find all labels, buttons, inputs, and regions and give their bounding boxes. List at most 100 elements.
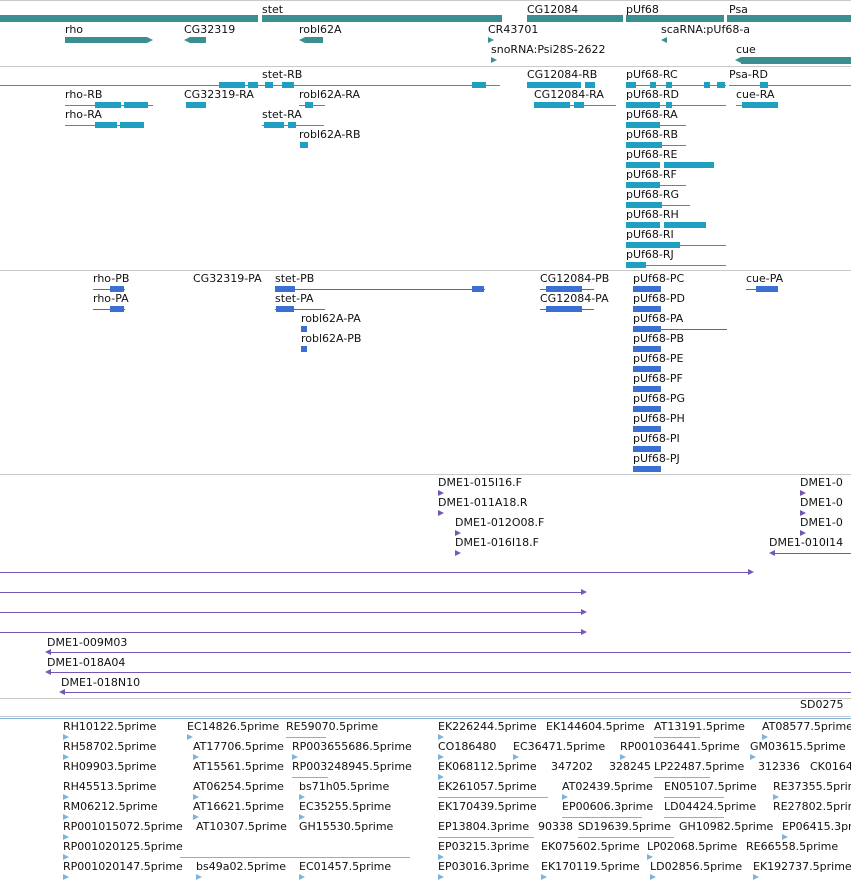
- gene-bar-cg12084[interactable]: [527, 15, 623, 22]
- est-label[interactable]: 90338: [538, 820, 573, 833]
- est-label[interactable]: RE66558.5prime: [746, 840, 838, 853]
- transcript-label[interactable]: robl62A-RA: [299, 88, 360, 101]
- protein-label[interactable]: CG32319-PA: [193, 272, 262, 285]
- protein-label[interactable]: rho-PA: [93, 292, 129, 305]
- transcript-label[interactable]: robl62A-RB: [299, 128, 361, 141]
- est-label[interactable]: EK170439.5prime: [438, 800, 537, 813]
- est-label[interactable]: AT06254.5prime: [193, 780, 284, 793]
- est-label[interactable]: RH10122.5prime: [63, 720, 156, 733]
- transcript-label[interactable]: CG12084-RA: [534, 88, 604, 101]
- est-label[interactable]: RE27802.5prime: [773, 800, 851, 813]
- protein-label[interactable]: rho-PB: [93, 272, 129, 285]
- est-label[interactable]: EP03215.3prime: [438, 840, 529, 853]
- transcript-label[interactable]: stet-RA: [262, 108, 302, 121]
- est-label[interactable]: AT15561.5prime: [193, 760, 284, 773]
- est-label[interactable]: EN05107.5prime: [664, 780, 757, 793]
- transcript-label[interactable]: pUf68-RH: [626, 208, 679, 221]
- est-label[interactable]: 312336: [758, 760, 800, 773]
- protein-label[interactable]: pUf68-PH: [633, 412, 685, 425]
- protein-label[interactable]: cue-PA: [746, 272, 783, 285]
- est-label[interactable]: EC01457.5prime: [299, 860, 391, 873]
- gene-label[interactable]: pUf68: [626, 3, 659, 16]
- transcript-label[interactable]: pUf68-RF: [626, 168, 677, 181]
- gene-bar-psa[interactable]: [727, 15, 851, 22]
- transcript-label[interactable]: pUf68-RD: [626, 88, 679, 101]
- est-label[interactable]: EK226244.5prime: [438, 720, 537, 733]
- est-label[interactable]: AT02439.5prime: [562, 780, 653, 793]
- protein-label[interactable]: pUf68-PG: [633, 392, 685, 405]
- protein-label[interactable]: pUf68-PJ: [633, 452, 680, 465]
- est-label[interactable]: AT10307.5prime: [196, 820, 287, 833]
- est-label[interactable]: RP001020147.5prime: [63, 860, 183, 873]
- gene-label[interactable]: robl62A: [299, 23, 342, 36]
- gene-label[interactable]: rho: [65, 23, 83, 36]
- est-label[interactable]: 328245: [609, 760, 651, 773]
- est-label[interactable]: RE59070.5prime: [286, 720, 378, 733]
- est-label[interactable]: EK192737.5prime: [753, 860, 851, 873]
- est-label[interactable]: RH58702.5prime: [63, 740, 156, 753]
- clone-label[interactable]: DME1-009M03: [47, 636, 127, 649]
- est-label[interactable]: GH15530.5prime: [299, 820, 393, 833]
- protein-label[interactable]: stet-PB: [275, 272, 314, 285]
- est-label[interactable]: EK144604.5prime: [546, 720, 645, 733]
- protein-label[interactable]: CG12084-PB: [540, 272, 609, 285]
- est-label[interactable]: CO186480: [438, 740, 496, 753]
- est-label[interactable]: AT08577.5prime: [762, 720, 851, 733]
- transcript-label[interactable]: rho-RB: [65, 88, 102, 101]
- est-label[interactable]: EK170119.5prime: [541, 860, 640, 873]
- est-label[interactable]: EC36471.5prime: [513, 740, 605, 753]
- est-label[interactable]: RP001036441.5prime: [620, 740, 740, 753]
- transcript-label[interactable]: pUf68-RG: [626, 188, 679, 201]
- transcript-label[interactable]: cue-RA: [736, 88, 774, 101]
- est-label[interactable]: EP06415.3prime: [782, 820, 851, 833]
- transcript-label[interactable]: pUf68-RE: [626, 148, 677, 161]
- gene-label[interactable]: scaRNA:pUf68-a: [661, 23, 750, 36]
- est-label[interactable]: LP22487.5prime: [654, 760, 744, 773]
- gene-bar-rho[interactable]: [65, 37, 147, 43]
- est-label[interactable]: EP00606.3prime: [562, 800, 653, 813]
- clone-label[interactable]: DME1-0: [800, 496, 843, 509]
- gene-bar-robl62a[interactable]: [305, 37, 323, 43]
- clone-label[interactable]: DME1-018N10: [61, 676, 140, 689]
- est-label[interactable]: LP02068.5prime: [647, 840, 737, 853]
- transcript-label[interactable]: Psa-RD: [729, 68, 768, 81]
- est-label[interactable]: EC14826.5prime: [187, 720, 279, 733]
- gene-label[interactable]: CG32319: [184, 23, 235, 36]
- clone-label[interactable]: DME1-012O08.F: [455, 516, 544, 529]
- est-label[interactable]: EC35255.5prime: [299, 800, 391, 813]
- est-label[interactable]: RE37355.5prime: [773, 780, 851, 793]
- protein-label[interactable]: pUf68-PI: [633, 432, 680, 445]
- est-label[interactable]: EP13804.3prime: [438, 820, 529, 833]
- gene-label[interactable]: Psa: [729, 3, 748, 16]
- est-label[interactable]: RH45513.5prime: [63, 780, 156, 793]
- transcript-label[interactable]: pUf68-RI: [626, 228, 674, 241]
- est-label[interactable]: LD04424.5prime: [664, 800, 756, 813]
- est-label[interactable]: AT16621.5prime: [193, 800, 284, 813]
- est-label[interactable]: EK075602.5prime: [541, 840, 640, 853]
- protein-label[interactable]: pUf68-PB: [633, 332, 684, 345]
- protein-label[interactable]: pUf68-PE: [633, 352, 683, 365]
- sd-label[interactable]: SD0275: [800, 698, 843, 711]
- gene-label[interactable]: stet: [262, 3, 283, 16]
- est-label[interactable]: RP001020125.5prime: [63, 840, 183, 853]
- protein-label[interactable]: robl62A-PA: [301, 312, 361, 325]
- gene-label[interactable]: snoRNA:Psi28S-2622: [491, 43, 606, 56]
- est-label[interactable]: EP03016.3prime: [438, 860, 529, 873]
- clone-label[interactable]: DME1-018A04: [47, 656, 125, 669]
- clone-label[interactable]: DME1-0: [800, 516, 843, 529]
- est-label[interactable]: AT13191.5prime: [654, 720, 745, 733]
- est-label[interactable]: RM06212.5prime: [63, 800, 158, 813]
- clone-label[interactable]: DME1-015I16.F: [438, 476, 522, 489]
- est-label[interactable]: RH09903.5prime: [63, 760, 156, 773]
- transcript-label[interactable]: rho-RA: [65, 108, 102, 121]
- transcript-label[interactable]: stet-RB: [262, 68, 302, 81]
- est-label[interactable]: GM03615.5prime: [750, 740, 846, 753]
- est-label[interactable]: RP003655686.5prime: [292, 740, 412, 753]
- gene-label[interactable]: CG12084: [527, 3, 578, 16]
- transcript-label[interactable]: CG32319-RA: [184, 88, 254, 101]
- gene-bar-cue[interactable]: [741, 57, 851, 64]
- est-label[interactable]: 347202: [551, 760, 593, 773]
- protein-label[interactable]: pUf68-PA: [633, 312, 683, 325]
- gene-label[interactable]: cue: [736, 43, 756, 56]
- est-label[interactable]: LD02856.5prime: [650, 860, 742, 873]
